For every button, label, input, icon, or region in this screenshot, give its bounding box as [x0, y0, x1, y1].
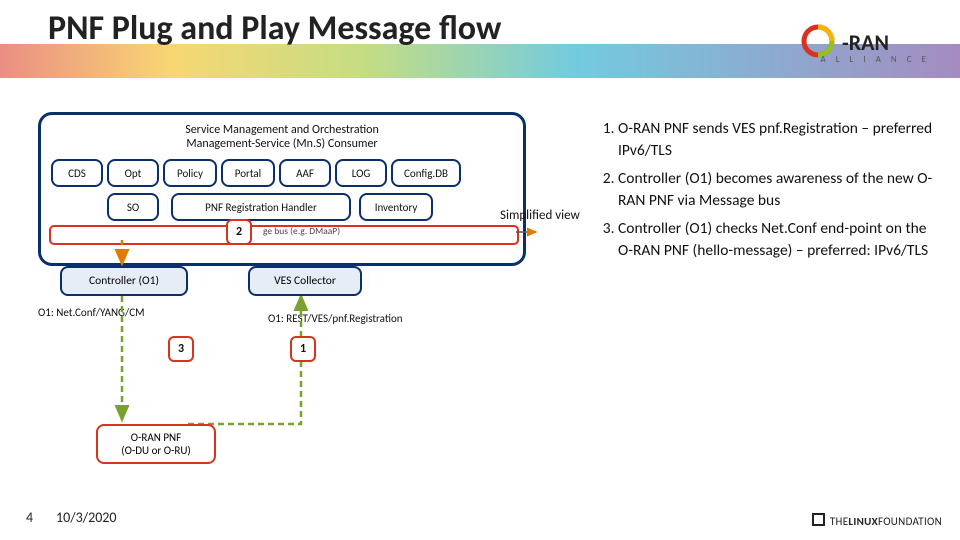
alliance-label: A L L I A N C E [821, 54, 931, 65]
node-log: LOG [335, 159, 387, 187]
step-badge-2: 2 [226, 219, 252, 245]
node-so: SO [107, 193, 159, 221]
oran-pnf-l1: O-RAN PNF [131, 431, 181, 444]
step-badge-1: 1 [290, 336, 316, 362]
node-portal: Portal [221, 159, 275, 187]
controller-o1: Controller (O1) [60, 266, 188, 296]
node-pnf-reg-handler: PNF Registration Handler [171, 193, 351, 221]
step-item-1: O-RAN PNF sends VES pnf.Registration – p… [618, 118, 936, 162]
smo-container: Service Management and Orchestration Man… [38, 112, 526, 266]
node-policy: Policy [163, 159, 217, 187]
slide-number: 4 [26, 509, 33, 526]
steps-list: O-RAN PNF sends VES pnf.Registration – p… [596, 118, 936, 268]
step-item-3: Controller (O1) checks Net.Conf end-poin… [618, 218, 936, 262]
label-o1-rest-ves: O1: REST/VES/pnf.Registration [268, 312, 403, 325]
step-badge-3: 3 [168, 336, 194, 362]
oran-pnf-box: O-RAN PNF (O-DU or O-RU) [96, 424, 216, 464]
node-configdb: Config.DB [391, 159, 461, 187]
oran-pnf-l2: (O-DU or O-RU) [121, 444, 190, 457]
message-bus-label: ge bus (e.g. DMaaP) [263, 225, 340, 237]
linux-square-icon [812, 513, 825, 526]
ves-collector: VES Collector [248, 266, 362, 296]
node-opt: Opt [107, 159, 159, 187]
node-cds: CDS [51, 159, 103, 187]
smo-title-l2: Management-Service (Mn.S) Consumer [41, 137, 523, 151]
diagram-area: Service Management and Orchestration Man… [38, 112, 538, 472]
label-o1-netconf: O1: Net.Conf/YANG/CM [38, 306, 145, 319]
smo-title: Service Management and Orchestration Man… [41, 123, 523, 151]
step-item-2: Controller (O1) becomes awareness of the… [618, 168, 936, 212]
slide-date: 10/3/2020 [56, 509, 116, 526]
node-inventory: Inventory [359, 193, 433, 221]
linux-foundation-footer: THELINUXFOUNDATION [812, 512, 942, 528]
page-title: PNF Plug and Play Message flow [48, 8, 501, 49]
node-aaf: AAF [279, 159, 331, 187]
simplified-view-label: Simplified view [500, 208, 580, 223]
svg-text:-RAN: -RAN [842, 29, 889, 56]
smo-title-l1: Service Management and Orchestration [185, 123, 379, 137]
